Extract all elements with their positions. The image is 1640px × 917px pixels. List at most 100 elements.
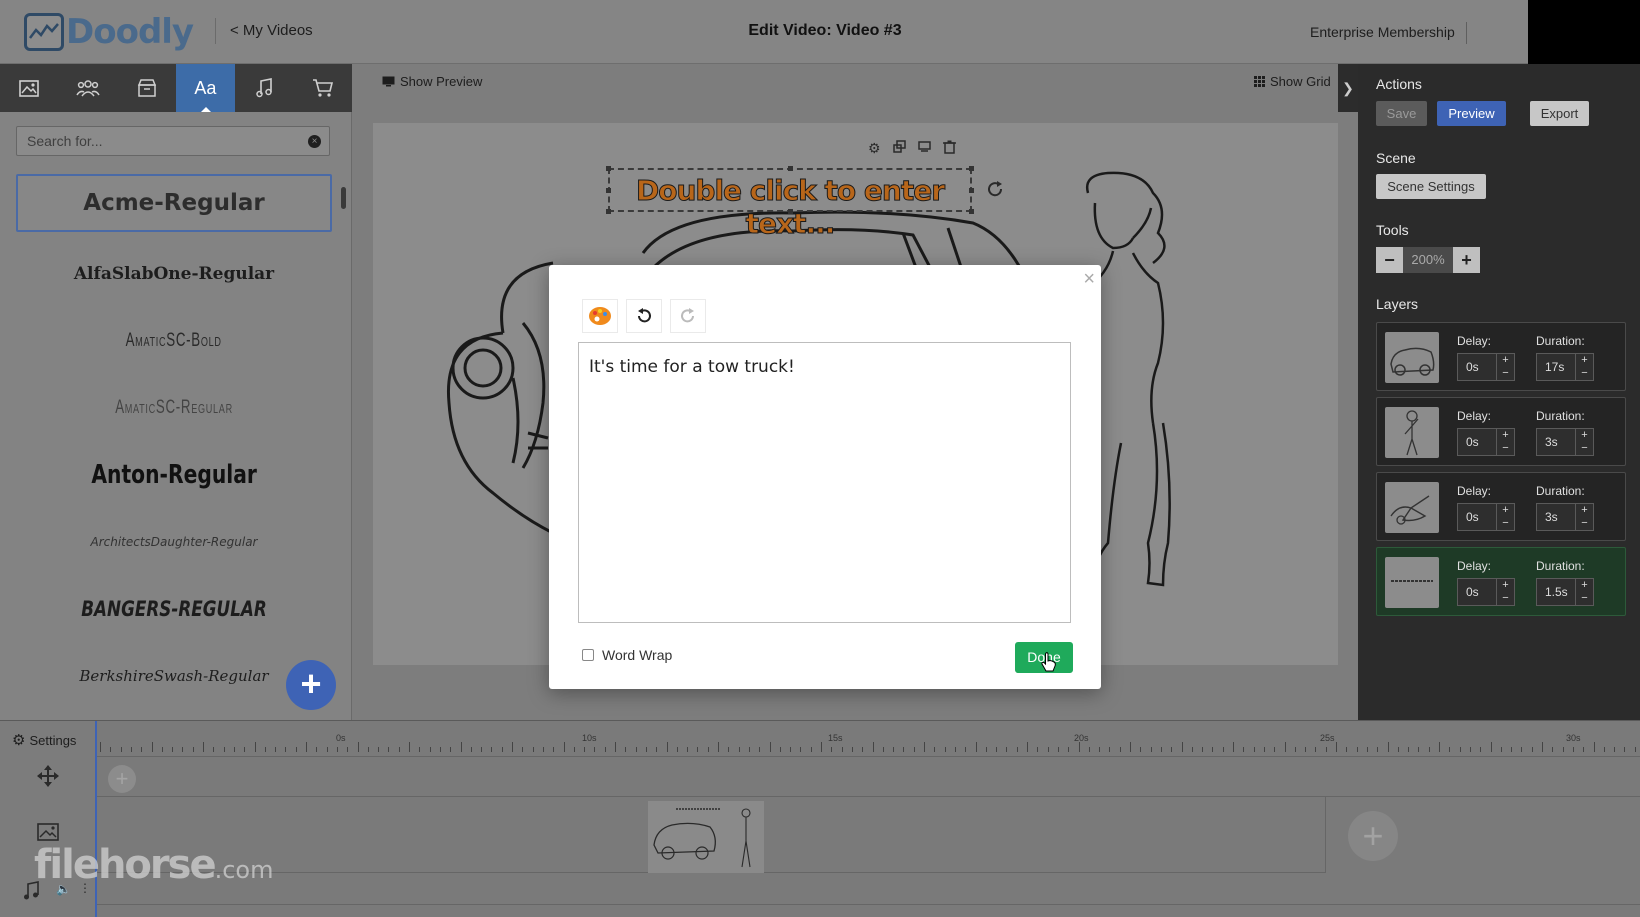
ruler-tick xyxy=(1490,742,1492,752)
duration-input[interactable]: 3s + − xyxy=(1536,428,1594,456)
scene-clip-thumbnail[interactable] xyxy=(648,801,764,873)
resize-handle[interactable] xyxy=(606,166,611,171)
font-item-amaticsc-regular[interactable]: AmaticSC-Regular xyxy=(16,374,332,441)
font-item-amaticsc-bold[interactable]: AmaticSC-Bold xyxy=(16,307,332,374)
font-item-anton[interactable]: Anton-Regular xyxy=(16,441,332,508)
layer-item[interactable]: Delay: Duration: 0s + − 3s + − xyxy=(1376,472,1626,541)
font-item-acme[interactable]: Acme-Regular xyxy=(16,174,332,232)
redo-icon xyxy=(681,308,694,323)
text-input-area[interactable] xyxy=(578,342,1071,623)
camera-track[interactable] xyxy=(96,757,1640,797)
resize-handle[interactable] xyxy=(969,166,974,171)
duplicate-icon[interactable] xyxy=(892,140,906,153)
ruler-tick xyxy=(1459,747,1461,752)
duration-stepper[interactable]: + − xyxy=(1575,579,1593,605)
show-preview-toggle[interactable]: Show Preview xyxy=(382,74,482,89)
word-wrap-option[interactable]: Word Wrap xyxy=(582,647,672,663)
delay-input[interactable]: 0s + − xyxy=(1457,503,1515,531)
add-camera-keyframe-button[interactable]: + xyxy=(108,765,136,793)
clear-search-icon[interactable]: × xyxy=(308,135,321,148)
duration-stepper[interactable]: + − xyxy=(1575,429,1593,455)
duration-input[interactable]: 17s + − xyxy=(1536,353,1594,381)
resize-handle[interactable] xyxy=(606,188,611,193)
save-button[interactable]: Save xyxy=(1376,101,1427,126)
font-item-alfaslabone[interactable]: AlfaSlabOne-Regular xyxy=(16,240,332,307)
ruler-tick xyxy=(800,747,802,752)
duration-input[interactable]: 3s + − xyxy=(1536,503,1594,531)
color-palette-button[interactable] xyxy=(582,299,618,333)
ruler-tick xyxy=(882,747,884,752)
add-font-button[interactable]: + xyxy=(286,660,336,710)
layer-item[interactable]: Delay: Duration: 0s + − 3s + − xyxy=(1376,397,1626,466)
ruler-tick xyxy=(1418,747,1420,752)
scene-track[interactable] xyxy=(96,797,1326,873)
close-icon[interactable]: × xyxy=(1083,269,1095,289)
ruler-tick xyxy=(512,742,513,752)
zoom-out-button[interactable]: − xyxy=(1376,247,1403,273)
delay-label: Delay: xyxy=(1457,409,1492,423)
word-wrap-checkbox[interactable] xyxy=(582,649,594,661)
delay-stepper[interactable]: + − xyxy=(1496,354,1514,380)
delay-stepper[interactable]: + − xyxy=(1496,579,1514,605)
tab-props[interactable] xyxy=(117,64,176,112)
show-grid-toggle[interactable]: Show Grid xyxy=(1254,74,1331,89)
zoom-in-button[interactable]: + xyxy=(1453,247,1480,273)
layer-item-active[interactable]: Delay: Duration: 0s + − 1.5s + − xyxy=(1376,547,1626,616)
ruler-tick xyxy=(542,747,544,752)
timeline-settings-button[interactable]: ⚙ Settings xyxy=(12,731,76,749)
resize-handle[interactable] xyxy=(788,166,793,171)
gear-icon: ⚙ xyxy=(12,732,26,749)
tab-images[interactable] xyxy=(0,64,59,112)
font-item-bangers[interactable]: BANGERS-REGULAR xyxy=(16,575,332,642)
resize-handle[interactable] xyxy=(969,209,974,214)
monitor-icon xyxy=(382,76,395,87)
top-bar: Doodly < My Videos Edit Video: Video #3 … xyxy=(0,0,1640,98)
add-scene-button[interactable]: + xyxy=(1348,811,1398,861)
delay-input[interactable]: 0s + − xyxy=(1457,578,1515,606)
ruler-tick xyxy=(254,742,256,752)
font-list: Acme-Regular AlfaSlabOne-Regular AmaticS… xyxy=(16,174,332,709)
tab-store[interactable] xyxy=(293,64,352,112)
resize-handle[interactable] xyxy=(788,209,793,214)
properties-panel: Actions Save Preview Export Scene Scene … xyxy=(1358,64,1640,720)
font-item-architectsdaughter[interactable]: ArchitectsDaughter-Regular xyxy=(16,508,332,575)
audio-track[interactable] xyxy=(96,873,1640,905)
resize-handle[interactable] xyxy=(969,188,974,193)
layer-item[interactable]: Delay: Duration: 0s + − 17s + − xyxy=(1376,322,1626,391)
undo-button[interactable] xyxy=(626,299,662,333)
delay-stepper[interactable]: + − xyxy=(1496,504,1514,530)
resize-handle[interactable] xyxy=(606,209,611,214)
timeline-ruler[interactable]: 0s 10s 15s 20s 25s 30s xyxy=(96,721,1640,757)
ruler-tick xyxy=(718,742,719,752)
redo-button[interactable] xyxy=(670,299,706,333)
image-icon[interactable] xyxy=(37,823,59,841)
delay-label: Delay: xyxy=(1457,484,1492,498)
tab-text[interactable]: Aa xyxy=(176,64,235,112)
delay-input[interactable]: 0s + − xyxy=(1457,353,1515,381)
chevron-right-icon: ❯ xyxy=(1342,79,1354,96)
delay-stepper[interactable]: + − xyxy=(1496,429,1514,455)
duration-stepper[interactable]: + − xyxy=(1575,504,1593,530)
rotate-icon[interactable] xyxy=(986,180,1004,203)
move-icon[interactable] xyxy=(37,765,59,787)
duration-input[interactable]: 1.5s + − xyxy=(1536,578,1594,606)
preview-button[interactable]: Preview xyxy=(1437,101,1506,126)
text-object[interactable]: Double click to enter text... xyxy=(606,166,974,241)
scene-settings-button[interactable]: Scene Settings xyxy=(1376,174,1486,199)
membership-label[interactable]: Enterprise Membership xyxy=(1310,24,1455,40)
export-button[interactable]: Export xyxy=(1530,101,1589,126)
tab-music[interactable] xyxy=(235,64,294,112)
flip-icon[interactable] xyxy=(917,140,931,153)
font-list-scrollbar[interactable] xyxy=(341,187,346,209)
ruler-tick xyxy=(172,747,174,752)
scene-heading: Scene xyxy=(1376,150,1416,166)
search-input[interactable] xyxy=(27,133,297,149)
tab-characters[interactable] xyxy=(59,64,118,112)
font-item-berkshireswash[interactable]: BerkshireSwash-Regular xyxy=(16,642,332,709)
duration-stepper[interactable]: + − xyxy=(1575,354,1593,380)
trash-icon[interactable] xyxy=(942,140,956,154)
collapse-right-panel-button[interactable]: ❯ xyxy=(1338,64,1358,112)
ruler-tick xyxy=(707,747,709,752)
delay-input[interactable]: 0s + − xyxy=(1457,428,1515,456)
gear-icon[interactable]: ⚙ xyxy=(868,140,881,157)
